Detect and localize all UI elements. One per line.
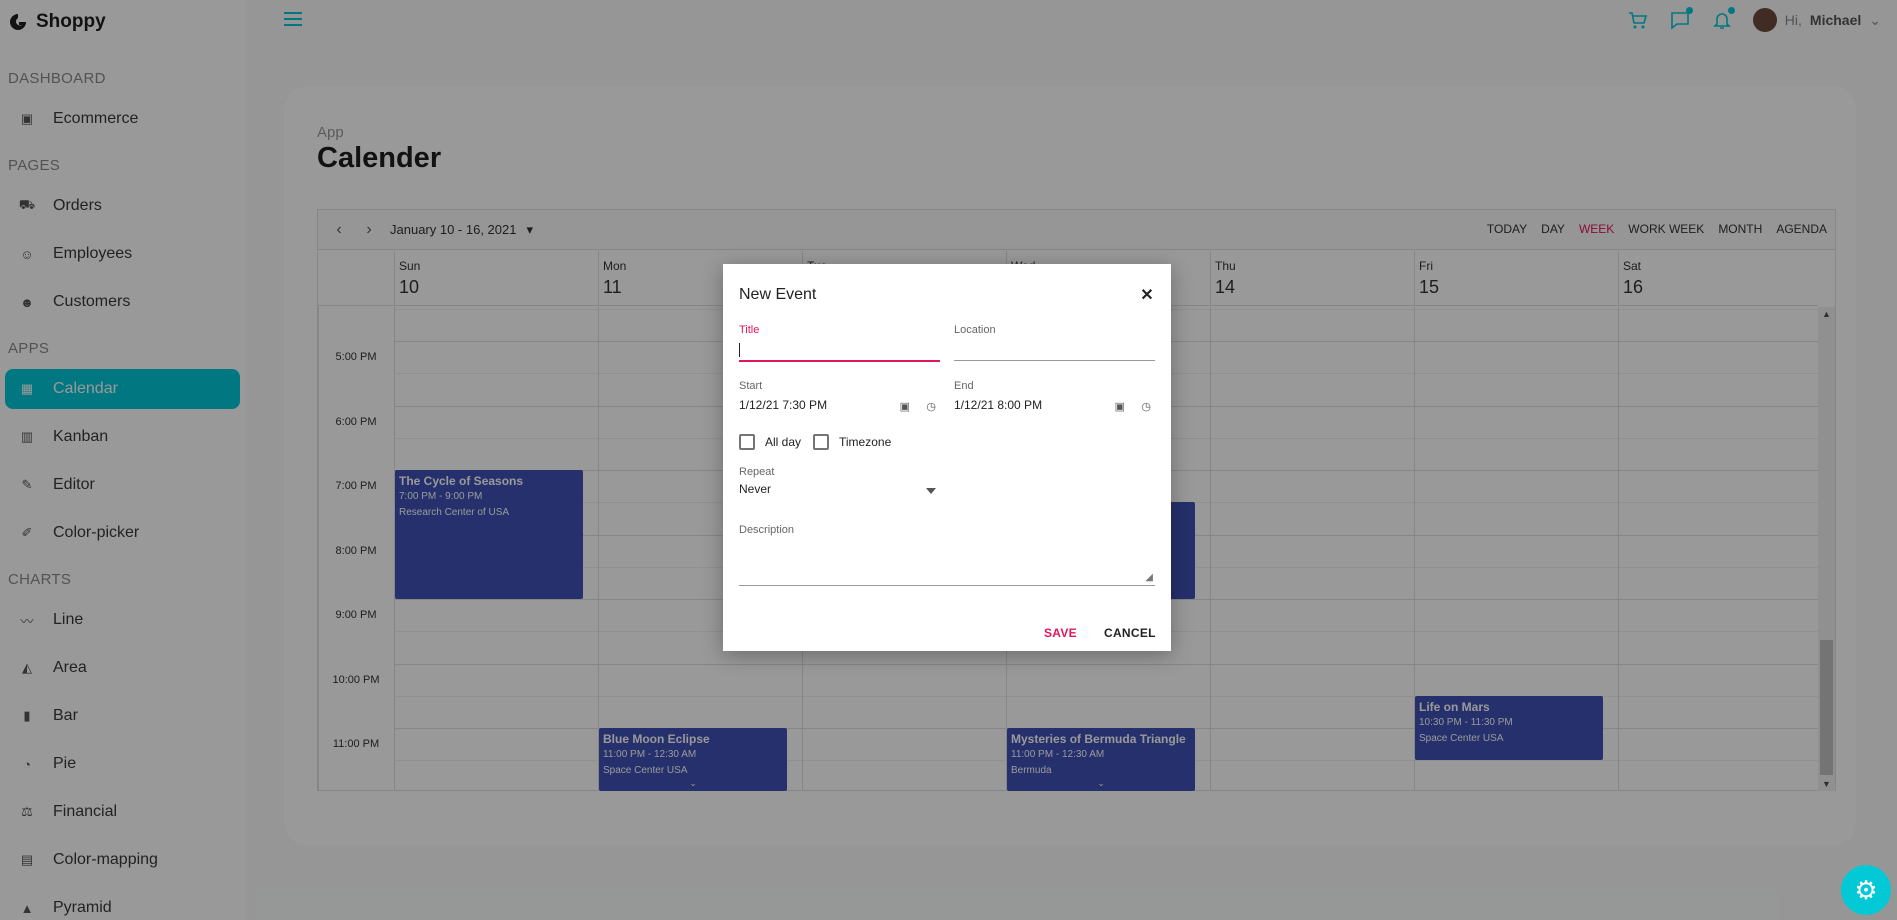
- calendar-icon[interactable]: ▣: [900, 400, 910, 413]
- settings-gear-icon[interactable]: ⚙: [1841, 865, 1891, 915]
- title-label: Title: [739, 324, 760, 336]
- new-event-dialog: New Event ✕ Title Location Start 1/12/21…: [723, 264, 1171, 651]
- checkbox-box[interactable]: [813, 434, 829, 450]
- cancel-button[interactable]: CANCEL: [1104, 626, 1156, 640]
- repeat-dropdown[interactable]: Repeat Never: [739, 466, 940, 500]
- start-field[interactable]: Start 1/12/21 7:30 PM ▣ ◷: [739, 380, 940, 416]
- allday-label: All day: [765, 435, 802, 449]
- description-field: Description: [739, 524, 940, 536]
- dialog-title: New Event: [739, 286, 817, 303]
- location-input[interactable]: [954, 342, 1155, 360]
- checkbox-box[interactable]: [739, 434, 755, 450]
- repeat-value: Never: [739, 482, 772, 496]
- location-label: Location: [954, 324, 996, 336]
- resize-handle-icon[interactable]: ◢: [1145, 572, 1153, 583]
- timezone-label: Timezone: [839, 435, 892, 449]
- description-textarea[interactable]: ◢: [739, 536, 1155, 586]
- calendar-icon[interactable]: ▣: [1115, 400, 1125, 413]
- dropdown-arrow-icon[interactable]: [926, 488, 936, 494]
- clock-icon[interactable]: ◷: [926, 400, 936, 413]
- location-field[interactable]: Location: [954, 324, 1155, 361]
- end-label: End: [954, 380, 974, 392]
- repeat-label: Repeat: [739, 466, 775, 478]
- save-button[interactable]: SAVE: [1044, 626, 1077, 640]
- allday-checkbox[interactable]: All day: [739, 434, 801, 450]
- title-input[interactable]: [739, 342, 940, 360]
- start-label: Start: [739, 380, 763, 392]
- clock-icon[interactable]: ◷: [1141, 400, 1151, 413]
- title-field[interactable]: Title: [739, 324, 940, 362]
- description-label: Description: [739, 524, 795, 536]
- close-icon[interactable]: ✕: [1139, 288, 1155, 304]
- timezone-checkbox[interactable]: Timezone: [813, 434, 891, 450]
- end-field[interactable]: End 1/12/21 8:00 PM ▣ ◷: [954, 380, 1155, 416]
